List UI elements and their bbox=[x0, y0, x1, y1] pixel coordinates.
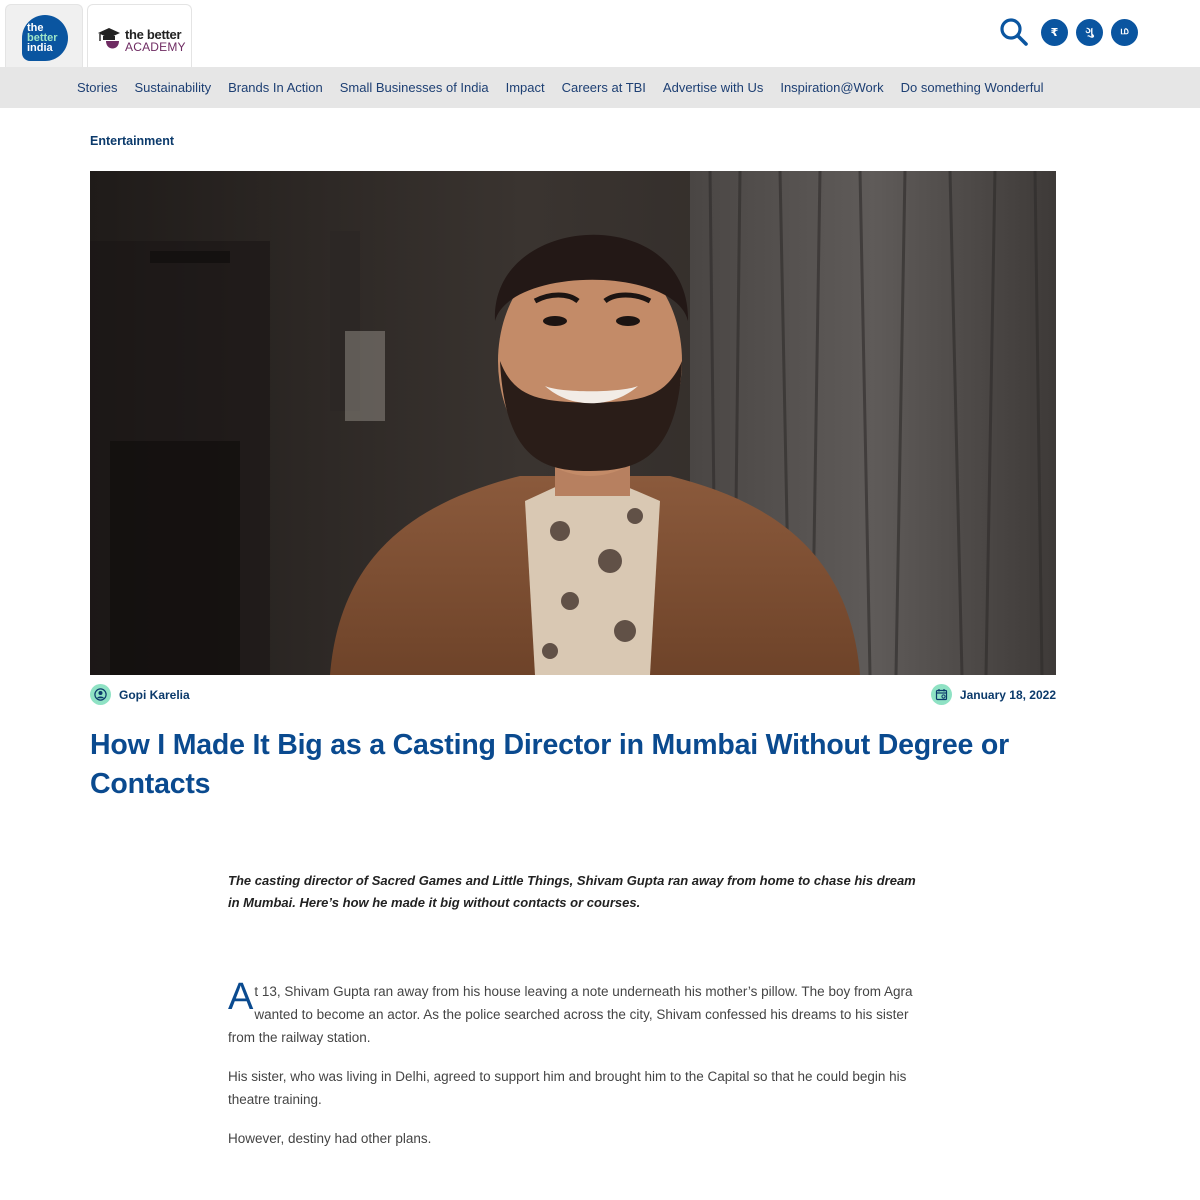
nav-item-careers[interactable]: Careers at TBI bbox=[562, 80, 646, 95]
language-button-1[interactable]: ₹ bbox=[1041, 18, 1068, 46]
nav-item-inspiration-at-work[interactable]: Inspiration@Work bbox=[780, 80, 883, 95]
author-name[interactable]: Gopi Karelia bbox=[119, 688, 190, 702]
academy-logo-bottom: ACADEMY bbox=[125, 40, 186, 54]
publish-date: January 18, 2022 bbox=[959, 687, 1056, 702]
academy-logo-tab[interactable]: the better ACADEMY bbox=[87, 4, 192, 67]
nav-item-impact[interactable]: Impact bbox=[506, 80, 545, 95]
article-meta: Gopi Karelia January 18, 2022 bbox=[90, 684, 1056, 706]
hero-photo-illustration bbox=[90, 171, 1056, 675]
article-title: How I Made It Big as a Casting Director … bbox=[90, 729, 1010, 800]
nav-item-do-something-wonderful[interactable]: Do something Wonderful bbox=[901, 80, 1044, 95]
header-actions: ₹ ગુ ம bbox=[999, 17, 1138, 47]
nav-item-advertise[interactable]: Advertise with Us bbox=[663, 80, 763, 95]
calendar-icon bbox=[930, 684, 952, 705]
search-icon[interactable] bbox=[999, 17, 1029, 47]
article-paragraph-3: However, destiny had other plans. bbox=[228, 1131, 432, 1146]
date-block: January 18, 2022 bbox=[930, 684, 1056, 705]
article-paragraph-2: His sister, who was living in Delhi, agr… bbox=[228, 1069, 907, 1107]
main-nav: Stories Sustainability Brands In Action … bbox=[0, 67, 1200, 108]
article-paragraph-1: At 13, Shivam Gupta ran away from his ho… bbox=[228, 976, 918, 1049]
academy-logo[interactable]: the better ACADEMY bbox=[97, 25, 187, 55]
language-button-2[interactable]: ગુ bbox=[1076, 18, 1103, 46]
nav-item-small-businesses[interactable]: Small Businesses of India bbox=[340, 80, 489, 95]
article-category[interactable]: Entertainment bbox=[90, 134, 174, 148]
graduation-cap-icon bbox=[98, 28, 120, 49]
article-lede: The casting director of Sacred Games and… bbox=[228, 873, 916, 910]
article-paragraph-1-text: t 13, Shivam Gupta ran away from his hou… bbox=[228, 984, 913, 1045]
nav-item-sustainability[interactable]: Sustainability bbox=[134, 80, 211, 95]
tbi-logo-word-3: india bbox=[27, 42, 53, 54]
article-body: The casting director of Sacred Games and… bbox=[228, 870, 918, 1150]
author-block[interactable]: Gopi Karelia bbox=[90, 684, 190, 705]
drop-cap: A bbox=[228, 976, 254, 1018]
hero-image bbox=[90, 171, 1056, 675]
tbi-logo[interactable]: the better india bbox=[22, 15, 68, 61]
user-icon bbox=[90, 684, 111, 705]
tbi-logo-tab[interactable]: the better india bbox=[5, 4, 83, 67]
site-header: the better india the better ACADEMY ₹ ગુ… bbox=[0, 0, 1200, 67]
nav-item-stories[interactable]: Stories bbox=[77, 80, 117, 95]
nav-item-brands-in-action[interactable]: Brands In Action bbox=[228, 80, 323, 95]
language-button-3[interactable]: ம bbox=[1111, 18, 1138, 46]
